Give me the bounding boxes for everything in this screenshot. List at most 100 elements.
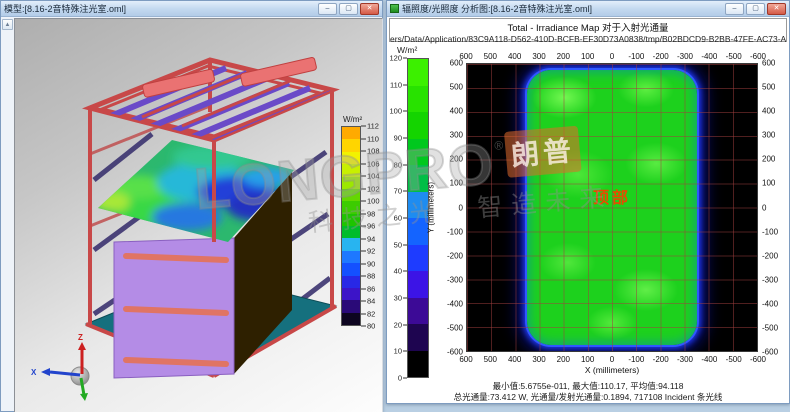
tick-label: 60	[394, 214, 407, 223]
tick-label: -400	[701, 355, 717, 364]
tick-label: -400	[447, 299, 463, 308]
tick-label: 300	[762, 131, 775, 140]
tick-label: 200	[450, 155, 463, 164]
tick-label: -500	[726, 52, 742, 61]
tick-label: 80	[361, 322, 375, 331]
tick-label: 70	[394, 187, 407, 196]
axis-triad: Z X	[31, 333, 89, 401]
tick-label: 100	[581, 355, 594, 364]
tick-label: 96	[361, 222, 375, 231]
map-annotation: 顶部	[593, 184, 631, 208]
tick-label: 10	[394, 347, 407, 356]
colorbar-segment	[342, 300, 360, 312]
colorbar-segment	[342, 263, 360, 275]
tick-label: 600	[762, 59, 775, 68]
tick-label: 30	[394, 294, 407, 303]
tick-label: 40	[394, 267, 407, 276]
tick-label: 92	[361, 247, 375, 256]
tick-label: 104	[361, 172, 380, 181]
tick-label: 90	[361, 259, 375, 268]
colorbar-segment	[408, 59, 428, 86]
tick-label: 102	[361, 184, 380, 193]
tick-label: -100	[628, 355, 644, 364]
model-legend-ticks: 1121101081061041021009896949290888684828…	[361, 126, 383, 326]
colorbar-segment	[342, 189, 360, 201]
minimize-button[interactable]: –	[725, 3, 744, 15]
map-colorbar-ticks: 1201101009080706050403020100	[391, 58, 407, 378]
close-button[interactable]: ✕	[360, 3, 379, 15]
colorbar-segment	[408, 298, 428, 325]
map-window-title: 辐照度/光照度 分析图:[8.16-2音特殊注光室.oml]	[402, 2, 592, 15]
model-window: 模型:[8.16-2音特殊注光室.oml] – ▢ ✕ ▲	[0, 0, 383, 412]
analysis-window-icon	[390, 4, 399, 13]
maximize-button[interactable]: ▢	[339, 3, 358, 15]
triad-origin-sphere	[71, 367, 89, 385]
map-file-path: ers/Data/Application/83C9A118-D562-410D-…	[390, 34, 786, 44]
x-axis-label: X	[31, 368, 37, 377]
y-axis-ticks-left: 6005004003002001000-100-200-300-400-500-…	[439, 63, 464, 352]
tick-label: 400	[508, 52, 521, 61]
map-window-titlebar[interactable]: 辐照度/光照度 分析图:[8.16-2音特殊注光室.oml] – ▢ ✕	[387, 1, 789, 17]
tick-label: 0	[762, 203, 766, 212]
colorbar-segment	[342, 127, 360, 139]
tick-label: -400	[762, 299, 778, 308]
colorbar-segment	[342, 238, 360, 250]
irradiance-map-plot[interactable]: 顶部	[466, 63, 758, 352]
cage-top-frame	[90, 57, 332, 143]
colorbar-segment	[342, 214, 360, 226]
tick-label: 0	[610, 52, 614, 61]
tick-label: -100	[762, 227, 778, 236]
tick-label: 106	[361, 159, 380, 168]
tick-label: -500	[726, 355, 742, 364]
tick-label: 100	[762, 179, 775, 188]
tick-label: 0	[459, 203, 463, 212]
tick-label: 400	[450, 107, 463, 116]
close-button[interactable]: ✕	[767, 3, 786, 15]
colorbar-segment	[342, 251, 360, 263]
tick-label: 400	[762, 107, 775, 116]
x-axis-ticks-bottom: 6005004003002001000-100-200-300-400-500-…	[466, 355, 758, 364]
minimize-button[interactable]: –	[318, 3, 337, 15]
colorbar-segment	[342, 177, 360, 189]
model-legend: W/m² 11211010810610410210098969492908886…	[341, 115, 383, 326]
colorbar-segment	[408, 112, 428, 139]
colorbar-segment	[342, 152, 360, 164]
tick-label: -100	[628, 52, 644, 61]
tick-label: 200	[557, 52, 570, 61]
model-3d-viewport[interactable]: Z X W/m² 1121101081061041021009896949290…	[14, 18, 383, 412]
map-header: Total - Irradiance Map 对于入射光通量 ers/Data/…	[389, 18, 787, 42]
tick-label: 0	[610, 355, 614, 364]
tick-label: 100	[581, 52, 594, 61]
tick-label: 94	[361, 234, 375, 243]
x-axis-title: X (millimeters)	[466, 365, 758, 375]
tick-label: 200	[557, 355, 570, 364]
colorbar-segment	[342, 201, 360, 213]
colorbar-segment	[408, 245, 428, 272]
colorbar-segment	[342, 139, 360, 151]
scroll-up-arrow-icon[interactable]: ▲	[2, 19, 13, 30]
tick-label: 110	[390, 80, 407, 89]
tick-label: -300	[677, 52, 693, 61]
tick-label: 300	[450, 131, 463, 140]
model-3d-scene: Z X	[15, 19, 383, 412]
tick-label: 500	[450, 83, 463, 92]
tick-label: 500	[484, 355, 497, 364]
tick-label: 100	[450, 179, 463, 188]
tick-label: -400	[701, 52, 717, 61]
colorbar-segment	[342, 288, 360, 300]
tick-label: 600	[450, 59, 463, 68]
model-window-titlebar[interactable]: 模型:[8.16-2音特殊注光室.oml] – ▢ ✕	[1, 1, 382, 17]
tick-label: -300	[677, 355, 693, 364]
tick-label: -300	[762, 275, 778, 284]
tick-label: 84	[361, 297, 375, 306]
maximize-button[interactable]: ▢	[746, 3, 765, 15]
tick-label: 80	[394, 160, 407, 169]
irradiance-map-window: 辐照度/光照度 分析图:[8.16-2音特殊注光室.oml] – ▢ ✕ Tot…	[386, 0, 790, 404]
tick-label: 86	[361, 284, 375, 293]
tick-label: 300	[532, 355, 545, 364]
tick-label: 82	[361, 309, 375, 318]
z-axis-label: Z	[78, 333, 83, 342]
tick-label: -200	[762, 251, 778, 260]
tick-label: 110	[361, 134, 379, 143]
colorbar-segment	[408, 139, 428, 166]
